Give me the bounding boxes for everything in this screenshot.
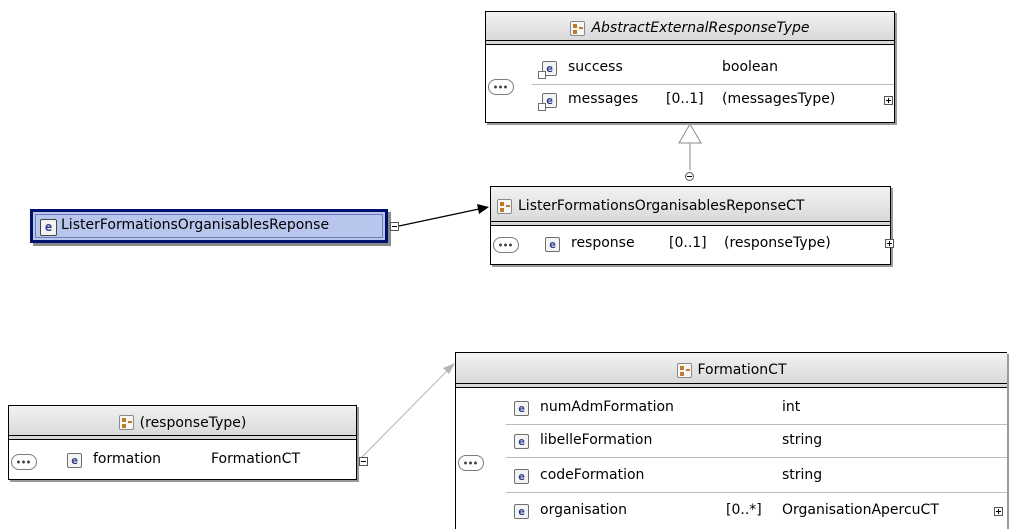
field-name: response bbox=[571, 235, 635, 251]
field-occurs: [0..1] bbox=[666, 91, 704, 107]
reference-arrow-head bbox=[477, 204, 489, 214]
reponse-type-title: ListerFormationsOrganisablesReponseCT bbox=[518, 198, 805, 214]
field-type: OrganisationApercuCT bbox=[782, 502, 939, 518]
field-name: messages bbox=[568, 91, 639, 107]
complex-type-icon bbox=[497, 198, 512, 214]
element-icon: e bbox=[514, 469, 529, 484]
field-name: success bbox=[568, 59, 623, 75]
field-name: numAdmFormation bbox=[540, 399, 674, 415]
element-ref-icon: e bbox=[538, 93, 557, 111]
sequence-compositor-icon[interactable] bbox=[11, 454, 37, 470]
sequence-compositor-icon[interactable] bbox=[458, 455, 484, 471]
field-name: libelleFormation bbox=[540, 432, 653, 448]
reponse-type-header: ListerFormationsOrganisablesReponseCT bbox=[491, 187, 890, 226]
sequence-compositor-icon[interactable] bbox=[493, 237, 519, 253]
field-name: codeFormation bbox=[540, 467, 645, 483]
field-row-numadmformation[interactable]: e numAdmFormation int bbox=[506, 393, 1007, 425]
field-type: (responseType) bbox=[724, 235, 831, 251]
element-icon: e bbox=[514, 434, 529, 449]
element-ref-icon: e bbox=[538, 61, 557, 79]
field-row-codeformation[interactable]: e codeFormation string bbox=[506, 461, 1007, 493]
field-name: organisation bbox=[540, 502, 627, 518]
field-type: int bbox=[782, 399, 801, 415]
field-row-formation[interactable]: e formation FormationCT bbox=[59, 446, 356, 477]
element-icon: e bbox=[514, 504, 529, 519]
field-type: boolean bbox=[722, 59, 778, 75]
field-name: formation bbox=[93, 451, 162, 467]
field-row-messages[interactable]: e messages [0..1] (messagesType) bbox=[532, 85, 894, 116]
formation-type-title: FormationCT bbox=[697, 362, 787, 378]
root-element-name: ListerFormationsOrganisablesReponse bbox=[61, 217, 330, 233]
response-type-box[interactable]: (responseType) e formation FormationCT bbox=[8, 405, 357, 480]
reference-arrow-line bbox=[398, 208, 480, 227]
field-type: (messagesType) bbox=[722, 91, 836, 107]
abstract-type-header: AbstractExternalResponseType bbox=[486, 12, 894, 45]
formation-type-header: FormationCT bbox=[456, 353, 1007, 388]
element-icon: e bbox=[40, 219, 57, 236]
complex-type-icon bbox=[676, 362, 692, 378]
root-element[interactable]: e ListerFormationsOrganisablesReponse bbox=[30, 209, 388, 243]
collapse-button[interactable] bbox=[359, 457, 368, 466]
abstract-external-response-type-box[interactable]: AbstractExternalResponseType e success b… bbox=[485, 11, 895, 123]
abstract-type-title: AbstractExternalResponseType bbox=[591, 20, 810, 36]
formation-complex-type-box[interactable]: FormationCT e numAdmFormation int e libe… bbox=[455, 352, 1007, 529]
field-row-libelleformation[interactable]: e libelleFormation string bbox=[506, 426, 1007, 458]
field-row-response[interactable]: e response [0..1] (responseType) bbox=[537, 230, 894, 261]
field-type: string bbox=[782, 432, 823, 448]
field-row-success[interactable]: e success boolean bbox=[532, 53, 894, 85]
reponse-complex-type-box[interactable]: ListerFormationsOrganisablesReponseCT e … bbox=[490, 186, 894, 265]
expand-button[interactable] bbox=[884, 96, 893, 105]
expand-button[interactable] bbox=[994, 507, 1003, 516]
response-type-title: (responseType) bbox=[139, 414, 247, 431]
field-row-organisation[interactable]: e organisation [0..*] OrganisationApercu… bbox=[506, 496, 1007, 527]
element-icon: e bbox=[514, 401, 529, 416]
complex-type-icon bbox=[570, 20, 586, 36]
expand-button[interactable] bbox=[885, 239, 894, 248]
sequence-compositor-icon[interactable] bbox=[488, 79, 514, 95]
inheritance-triangle-icon bbox=[678, 123, 702, 144]
field-type: FormationCT bbox=[211, 451, 300, 467]
field-occurs: [0..1] bbox=[669, 235, 707, 251]
element-icon: e bbox=[545, 237, 560, 252]
response-type-header: (responseType) bbox=[9, 406, 356, 440]
collapse-button[interactable] bbox=[685, 172, 694, 181]
complex-type-icon bbox=[118, 415, 134, 430]
collapse-button[interactable] bbox=[390, 222, 399, 231]
field-type: string bbox=[782, 467, 823, 483]
element-icon: e bbox=[67, 453, 82, 468]
field-occurs: [0..*] bbox=[726, 502, 762, 518]
